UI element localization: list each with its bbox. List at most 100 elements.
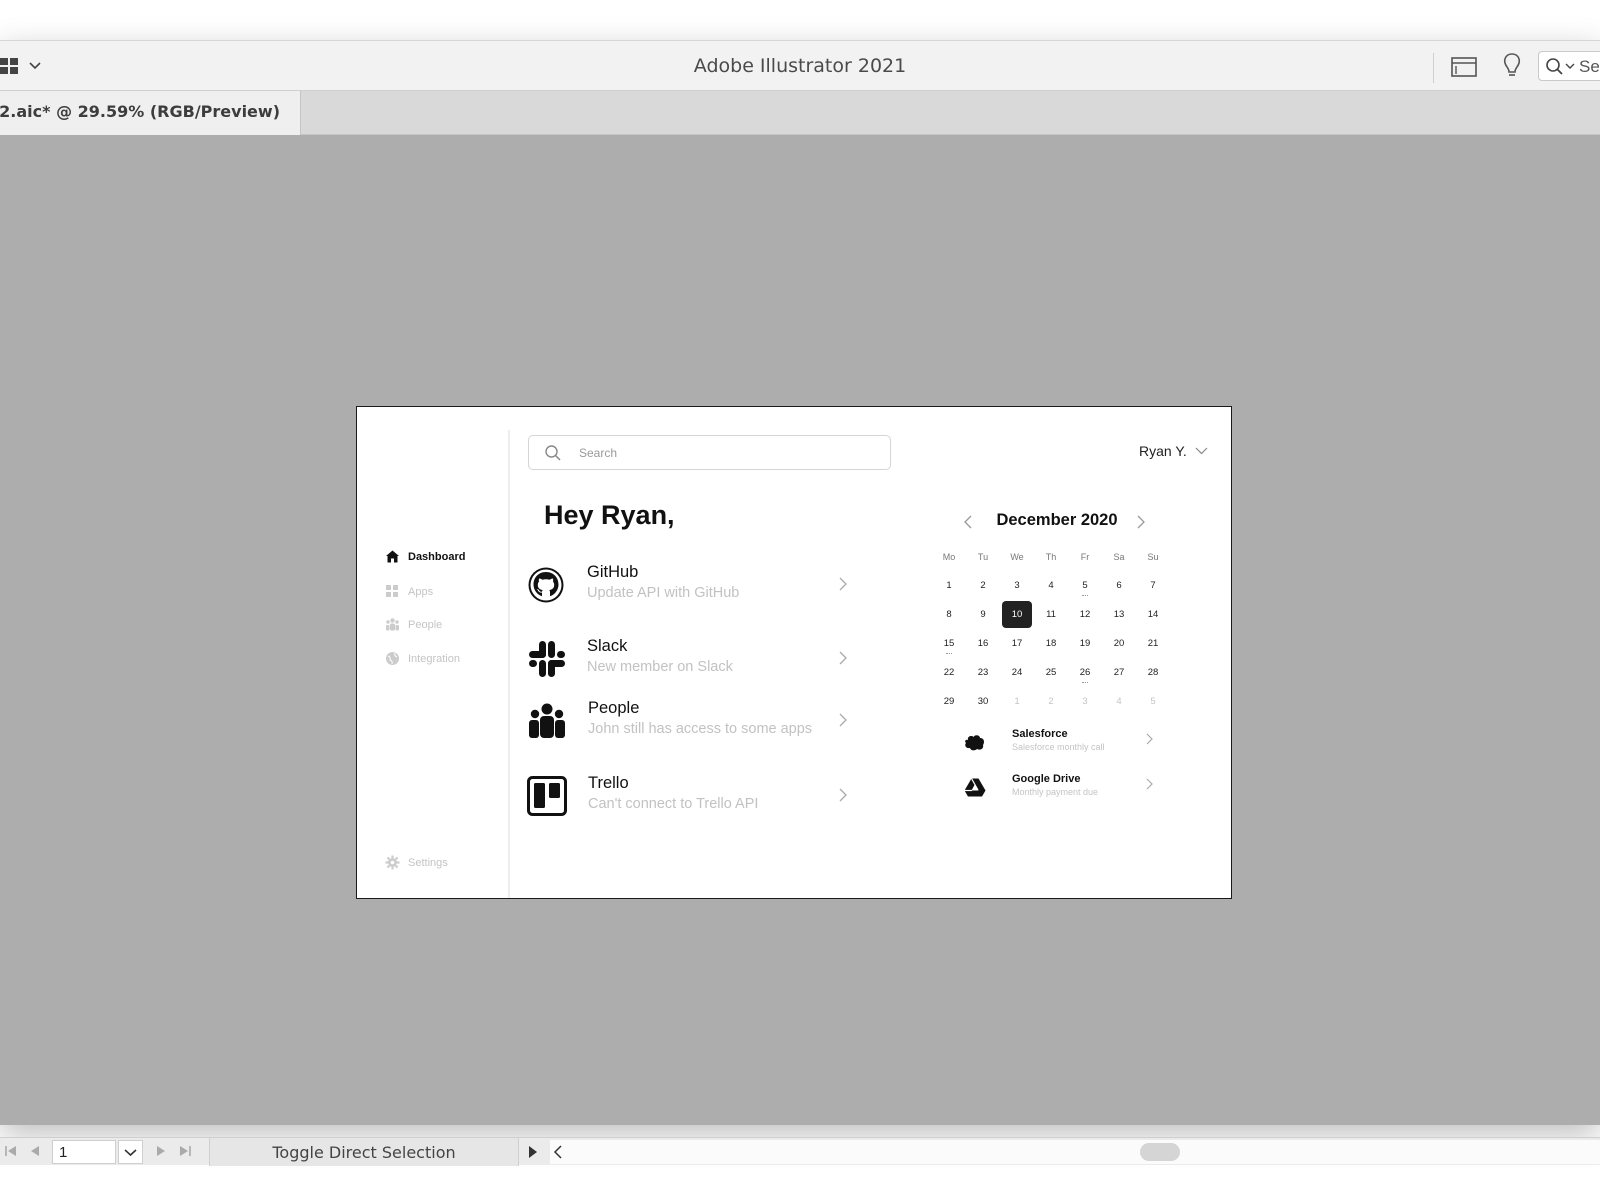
- sidebar-item-people[interactable]: People: [385, 617, 442, 632]
- next-artboard-icon[interactable]: [154, 1144, 168, 1158]
- scroll-left-icon[interactable]: [553, 1145, 563, 1159]
- app-row-people[interactable]: People John still has access to some app…: [527, 699, 847, 743]
- calendar-day[interactable]: 16: [966, 629, 1000, 658]
- calendar-day[interactable]: 1: [932, 571, 966, 600]
- app-name: People: [588, 699, 640, 717]
- play-icon[interactable]: [522, 1138, 544, 1166]
- calendar-day[interactable]: 3: [1000, 571, 1034, 600]
- calendar-day[interactable]: 4: [1034, 571, 1068, 600]
- sidebar-item-apps[interactable]: Apps: [385, 584, 433, 599]
- app-description: Can't connect to Trello API: [588, 796, 759, 812]
- app-description: New member on Slack: [587, 659, 733, 675]
- calendar-day[interactable]: 12: [1068, 600, 1102, 629]
- calendar-day-label: 15: [943, 638, 955, 649]
- calendar-day[interactable]: 20: [1102, 629, 1136, 658]
- calendar-day[interactable]: 8: [932, 600, 966, 629]
- calendar-day[interactable]: 21: [1136, 629, 1170, 658]
- calendar-day[interactable]: 22: [932, 658, 966, 687]
- calendar-month: December 2020: [996, 511, 1118, 529]
- lightbulb-icon[interactable]: [1500, 51, 1524, 81]
- sidebar-item-dashboard[interactable]: Dashboard: [385, 549, 465, 564]
- integration-row-google-drive[interactable]: Google Drive Monthly payment due: [964, 773, 1164, 805]
- calendar-day[interactable]: 24: [1000, 658, 1034, 687]
- calendar-day-label: 28: [1147, 667, 1159, 678]
- gear-icon: [385, 855, 400, 870]
- calendar-day[interactable]: 3: [1068, 687, 1102, 716]
- calendar-day-label: 12: [1079, 609, 1091, 620]
- calendar-day-label: 6: [1116, 580, 1122, 591]
- chevron-down-icon: [124, 1149, 137, 1157]
- calendar-day[interactable]: 13: [1102, 600, 1136, 629]
- calendar-weekday: Tu: [977, 551, 989, 562]
- calendar-day[interactable]: 2: [1034, 687, 1068, 716]
- apps-icon: [386, 585, 398, 597]
- help-search-box[interactable]: Sea: [1538, 51, 1600, 81]
- calendar-day[interactable]: 17: [1000, 629, 1034, 658]
- calendar-day-label: 11: [1046, 609, 1056, 620]
- calendar-day[interactable]: 5: [1136, 687, 1170, 716]
- artboard[interactable]: Dashboard Apps People Integration Settin…: [356, 406, 1232, 899]
- panel-toggle-icon[interactable]: [1450, 55, 1478, 79]
- calendar-day[interactable]: 15: [932, 629, 966, 658]
- document-tab-label: oard 2.aic* @ 29.59% (RGB/Preview): [0, 102, 280, 121]
- integration-row-salesforce[interactable]: Salesforce Salesforce monthly call: [964, 728, 1164, 760]
- artboard-number-input[interactable]: 1: [52, 1140, 116, 1164]
- app-row-slack[interactable]: Slack New member on Slack: [527, 637, 847, 681]
- calendar-day-label: 22: [943, 667, 955, 678]
- calendar-day[interactable]: 18: [1034, 629, 1068, 658]
- first-artboard-icon[interactable]: [4, 1144, 18, 1158]
- app-name: Slack: [587, 637, 628, 655]
- calendar-day[interactable]: 10: [1000, 600, 1034, 629]
- scrollbar-thumb[interactable]: [1140, 1143, 1180, 1161]
- calendar-day[interactable]: 27: [1102, 658, 1136, 687]
- calendar-day-label: 18: [1045, 638, 1057, 649]
- calendar-day[interactable]: 7: [1136, 571, 1170, 600]
- calendar-day[interactable]: 30: [966, 687, 1000, 716]
- calendar-day[interactable]: 9: [966, 600, 1000, 629]
- trello-icon: [527, 776, 567, 816]
- horizontal-scrollbar[interactable]: [550, 1140, 1600, 1164]
- status-text[interactable]: Toggle Direct Selection: [209, 1138, 519, 1166]
- status-bar: 1 Toggle Direct Selection: [0, 1137, 1600, 1166]
- user-name: Ryan Y.: [1139, 443, 1187, 459]
- help-search-text: Sea: [1579, 57, 1600, 76]
- calendar-day-label: 23: [977, 667, 989, 678]
- calendar-day-label: 4: [1048, 580, 1054, 591]
- calendar-day[interactable]: 25: [1034, 658, 1068, 687]
- calendar-day[interactable]: 6: [1102, 571, 1136, 600]
- integration-name: Salesforce: [1012, 728, 1068, 740]
- calendar-day-label: 29: [943, 696, 955, 707]
- sidebar-item-settings[interactable]: Settings: [385, 855, 448, 870]
- calendar-day[interactable]: 19: [1068, 629, 1102, 658]
- calendar-day[interactable]: 4: [1102, 687, 1136, 716]
- calendar-day[interactable]: 11: [1034, 600, 1068, 629]
- previous-artboard-icon[interactable]: [28, 1144, 42, 1158]
- calendar-day-label: 5: [1082, 580, 1088, 591]
- illustrator-window: Adobe Illustrator 2021 Sea oard 2.aic* @…: [0, 40, 1600, 1166]
- calendar-day[interactable]: 26: [1068, 658, 1102, 687]
- calendar-day[interactable]: 5: [1068, 571, 1102, 600]
- title-bar: Adobe Illustrator 2021 Sea: [0, 40, 1600, 91]
- calendar-day[interactable]: 23: [966, 658, 1000, 687]
- integration-name: Google Drive: [1012, 773, 1081, 785]
- calendar-day[interactable]: 2: [966, 571, 1000, 600]
- app-row-github[interactable]: GitHub Update API with GitHub: [527, 563, 847, 607]
- user-menu[interactable]: Ryan Y.: [1139, 443, 1208, 459]
- greeting-heading: Hey Ryan,: [544, 500, 675, 530]
- sidebar-item-integration[interactable]: Integration: [385, 651, 460, 666]
- calendar-next-icon[interactable]: [1137, 515, 1146, 529]
- calendar-day[interactable]: 1: [1000, 687, 1034, 716]
- app-row-trello[interactable]: Trello Can't connect to Trello API: [527, 774, 847, 818]
- calendar-day[interactable]: 29: [932, 687, 966, 716]
- document-tab[interactable]: oard 2.aic* @ 29.59% (RGB/Preview): [0, 91, 301, 135]
- chevron-right-icon: [1146, 778, 1153, 790]
- artboard-dropdown[interactable]: [118, 1140, 143, 1164]
- calendar-day[interactable]: 28: [1136, 658, 1170, 687]
- search-input[interactable]: Search: [528, 435, 891, 470]
- calendar-day[interactable]: 14: [1136, 600, 1170, 629]
- calendar-grid: Mo Tu We Th Fr Sa Su 1 2 3 4 5 6 7 8 9 10 11 12 13 14 15 16 17 1…: [932, 542, 1170, 716]
- last-artboard-icon[interactable]: [178, 1144, 192, 1158]
- search-icon: [1546, 58, 1575, 75]
- calendar-day-label: 20: [1113, 638, 1125, 649]
- salesforce-icon: [965, 735, 984, 751]
